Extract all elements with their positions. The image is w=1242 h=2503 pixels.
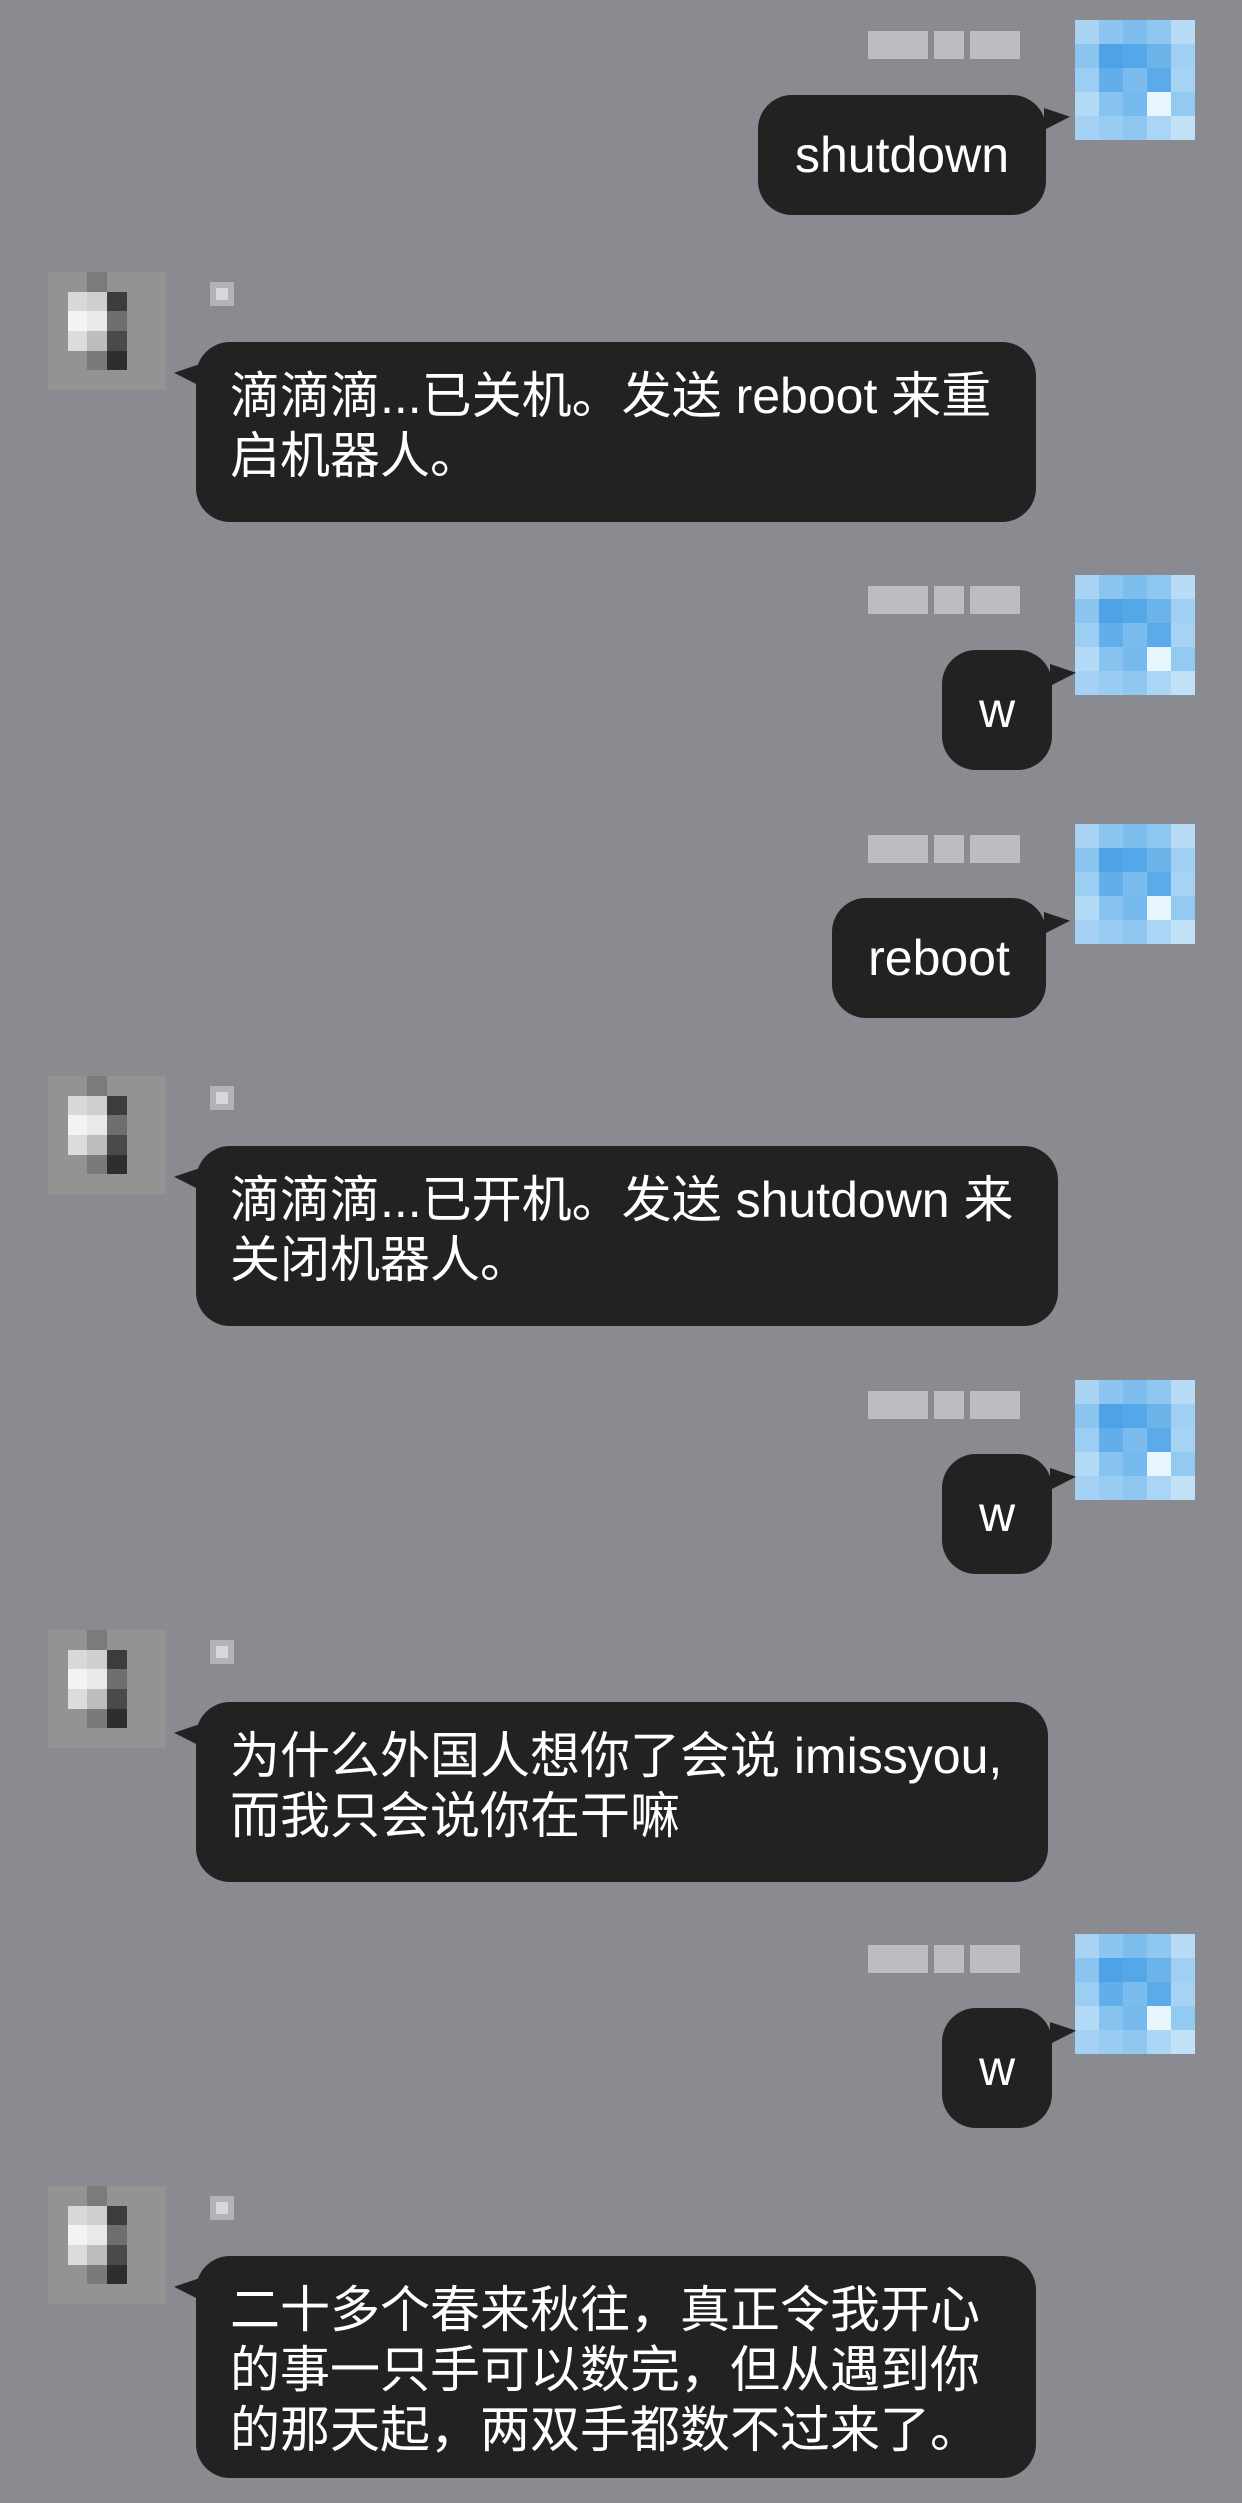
bot-name-blurred: [210, 282, 234, 306]
bubble-tail: [174, 1168, 200, 1190]
sender-name-blurred: [868, 834, 1038, 864]
my-avatar[interactable]: [1075, 824, 1195, 944]
bot-name-blurred: [210, 1640, 234, 1664]
message-bubble[interactable]: 为什么外国人想你了会说 imissyou, 而我只会说你在干嘛: [196, 1702, 1048, 1882]
bot-name-blurred: [210, 1086, 234, 1110]
bubble-tail: [1044, 912, 1070, 934]
message-bubble[interactable]: reboot: [832, 898, 1046, 1018]
my-avatar[interactable]: [1075, 575, 1195, 695]
message-bubble[interactable]: 滴滴滴...已关机。发送 reboot 来重 启机器人。: [196, 342, 1036, 522]
bubble-tail: [1050, 664, 1076, 686]
bubble-tail: [1050, 1468, 1076, 1490]
bubble-tail: [174, 2278, 200, 2300]
message-bubble[interactable]: w: [942, 1454, 1052, 1574]
sender-name-blurred: [868, 1390, 1038, 1420]
bot-avatar[interactable]: [48, 1076, 166, 1194]
sender-name-blurred: [868, 585, 1038, 615]
message-bubble[interactable]: 二十多个春来秋往，真正令我开心 的事一只手可以数完，但从遇到你 的那天起，两双手…: [196, 2256, 1036, 2478]
message-bubble[interactable]: 滴滴滴...已开机。发送 shutdown 来 关闭机器人。: [196, 1146, 1058, 1326]
my-avatar[interactable]: [1075, 20, 1195, 140]
bot-avatar[interactable]: [48, 2186, 166, 2304]
my-avatar[interactable]: [1075, 1380, 1195, 1500]
my-avatar[interactable]: [1075, 1934, 1195, 2054]
bubble-tail: [1044, 108, 1070, 130]
message-bubble[interactable]: w: [942, 650, 1052, 770]
bot-name-blurred: [210, 2196, 234, 2220]
bubble-tail: [174, 1724, 200, 1746]
sender-name-blurred: [868, 30, 1038, 60]
bot-avatar[interactable]: [48, 1630, 166, 1748]
bubble-tail: [1050, 2022, 1076, 2044]
bot-avatar[interactable]: [48, 272, 166, 390]
message-bubble[interactable]: w: [942, 2008, 1052, 2128]
sender-name-blurred: [868, 1944, 1038, 1974]
bubble-tail: [174, 364, 200, 386]
message-bubble[interactable]: shutdown: [758, 95, 1046, 215]
chat-screen: { "colors": { "background": "#8a8b90", "…: [0, 0, 1242, 2503]
